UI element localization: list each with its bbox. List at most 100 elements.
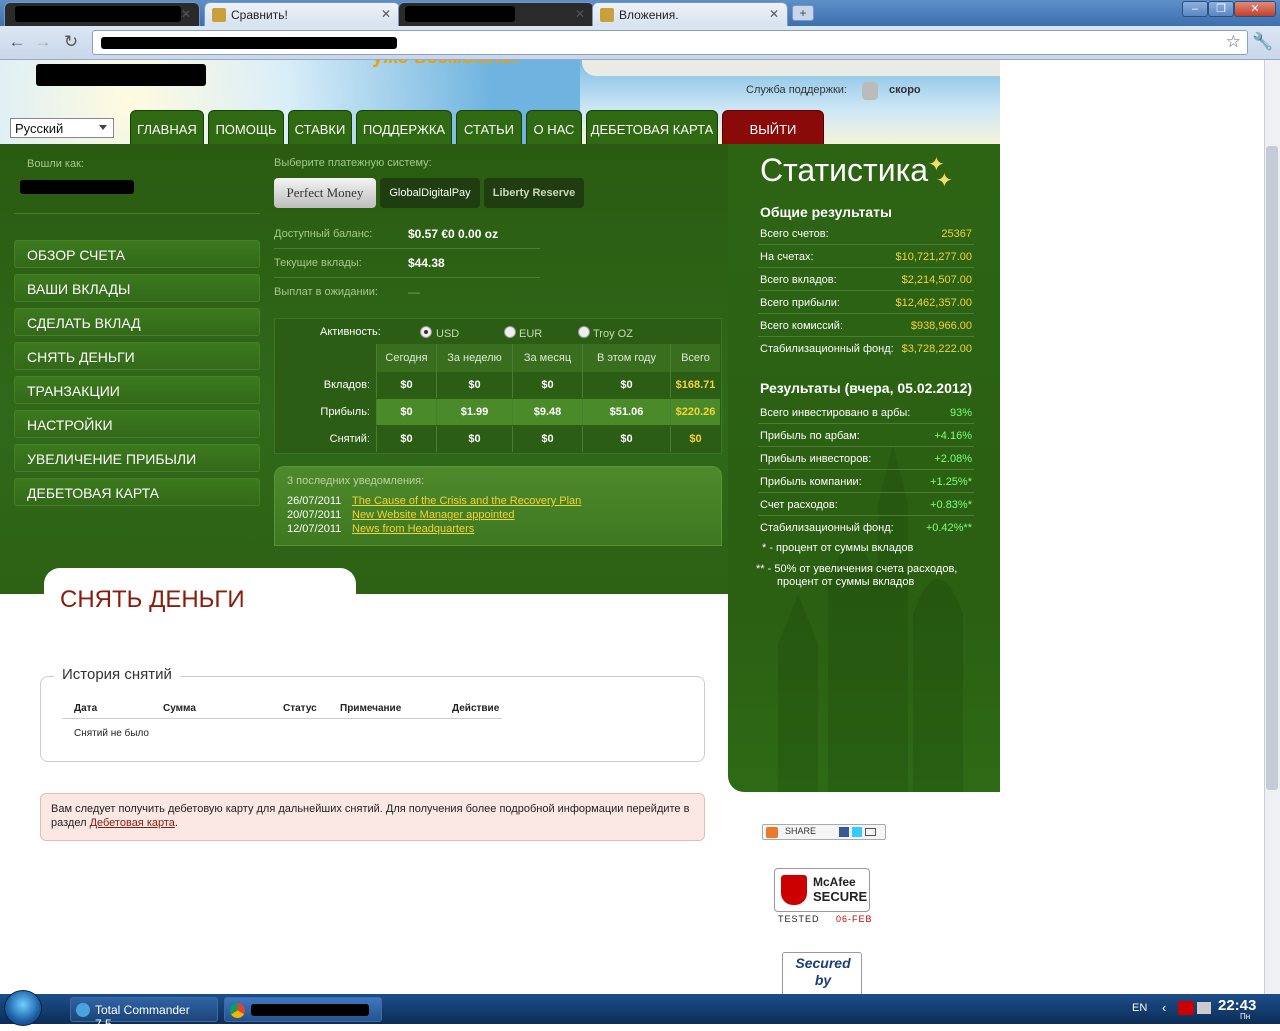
language-select[interactable]: Русский [10, 118, 114, 138]
browser-tab[interactable]: Сравнить! ✕ [204, 2, 400, 26]
header: уже возможно! Служба поддержки: скоро Ру… [0, 60, 1000, 144]
antivirus-icon[interactable] [1178, 1001, 1194, 1015]
table-cell-total: $0 [670, 426, 720, 452]
radio-eur-label: EUR [519, 328, 543, 340]
stat-label: Стабилизационный фонд: [760, 522, 894, 534]
close-icon[interactable]: ✕ [769, 7, 779, 21]
table-cell: $0 [582, 372, 670, 398]
scrollbar-thumb[interactable] [1266, 146, 1278, 790]
stat-value: 93% [949, 407, 972, 419]
notification-link[interactable]: News from Headquarters [352, 523, 474, 535]
email-icon [865, 828, 876, 836]
twitter-icon [852, 827, 862, 837]
minimize-button[interactable]: – [1182, 1, 1208, 17]
stat-value: 25367 [941, 228, 972, 240]
notification-link[interactable]: New Website Manager appointed [352, 509, 514, 521]
nav-help[interactable]: ПОМОЩЬ [208, 110, 284, 144]
flag-icon[interactable] [1197, 1002, 1211, 1014]
chrome-icon [230, 1003, 245, 1018]
stat-label: Стабилизационный фонд: [760, 343, 894, 355]
bookmark-star-icon[interactable]: ☆ [1226, 32, 1241, 52]
radio-usd[interactable] [420, 326, 432, 338]
taskbar-item-chrome[interactable] [224, 997, 382, 1022]
stat-label: Всего прибыли: [760, 297, 840, 309]
close-icon[interactable]: ✕ [181, 7, 191, 21]
nav-debit-card[interactable]: ДЕБЕТОВАЯ КАРТА [586, 110, 718, 144]
browser-toolbar: ← → ↻ ☆ 🔧 [0, 26, 1280, 60]
empty-history-text: Снятий не было [74, 728, 149, 739]
maximize-button[interactable]: ❐ [1208, 1, 1234, 17]
pending-payouts-label: Выплат в ожидании: [274, 286, 378, 298]
language-indicator[interactable]: EN [1132, 1002, 1147, 1014]
address-bar[interactable]: ☆ [92, 30, 1248, 55]
history-col-action: Действие [452, 703, 500, 714]
nav-articles[interactable]: СТАТЬИ [456, 110, 522, 144]
stat-value: +0.83%* [930, 499, 972, 511]
sidebar-item-debit-card[interactable]: ДЕБЕТОВАЯ КАРТА [14, 478, 260, 506]
notice-end: . [174, 817, 178, 829]
col-total: Всего [670, 344, 720, 372]
radio-troy-oz-label: Troy OZ [593, 328, 633, 340]
share-button[interactable]: SHARE [762, 824, 886, 840]
nav-about[interactable]: О НАС [526, 110, 582, 144]
sidebar-item-overview[interactable]: ОБЗОР СЧЕТА [14, 240, 260, 268]
taskbar-item-total-commander[interactable]: Total Commander 7.5... [70, 997, 218, 1031]
new-tab-button[interactable]: + [792, 5, 814, 21]
stat-label: Всего вкладов: [760, 274, 837, 286]
nav-rates[interactable]: СТАВКИ [288, 110, 352, 144]
notification-link[interactable]: The Cause of the Crisis and the Recovery… [352, 495, 581, 507]
nav-logout[interactable]: ВЫЙТИ [722, 110, 824, 144]
forward-icon[interactable]: → [32, 31, 54, 53]
browser-tab-redacted[interactable]: ✕ [4, 2, 200, 26]
stat-label: Прибыль по арбам: [760, 430, 860, 442]
radio-eur[interactable] [504, 326, 516, 338]
payment-globaldigitalpay[interactable]: GlobalDigitalPay [380, 178, 480, 208]
start-button[interactable] [4, 990, 42, 1026]
browser-tab-bar: ✕ Сравнить! ✕ ✕ Вложения. ✕ + – ❐ ✕ [0, 0, 1280, 26]
sidebar-item-transactions[interactable]: ТРАНЗАКЦИИ [14, 376, 260, 404]
close-icon[interactable]: ✕ [575, 7, 585, 21]
secured-badge[interactable]: Secured by [782, 952, 862, 998]
facebook-icon [839, 827, 849, 837]
slogan: уже возможно! [372, 60, 519, 69]
reload-icon[interactable]: ↻ [60, 31, 82, 53]
sidebar-item-withdraw[interactable]: СНЯТЬ ДЕНЬГИ [14, 342, 260, 370]
debit-card-link[interactable]: Дебетовая карта [90, 817, 175, 829]
payment-perfect-money[interactable]: Perfect Money [274, 178, 376, 208]
clock[interactable]: 22:43 [1218, 997, 1256, 1014]
divider [758, 313, 974, 314]
footnote: * - процент от суммы вкладов [762, 542, 914, 554]
table-cell: $51.06 [582, 399, 670, 425]
share-label: SHARE [785, 826, 817, 836]
available-balance-value: $0.57 €0 0.00 oz [408, 227, 499, 241]
browser-tab-redacted[interactable]: ✕ [398, 2, 594, 26]
sidebar-item-profit-boost[interactable]: УВЕЛИЧЕНИЕ ПРИБЫЛИ [14, 444, 260, 472]
close-icon[interactable]: ✕ [381, 7, 391, 21]
sidebar-item-settings[interactable]: НАСТРОЙКИ [14, 410, 260, 438]
history-box [40, 676, 705, 762]
radio-troy-oz[interactable] [578, 326, 590, 338]
divider [758, 446, 974, 447]
chevron-left-icon[interactable]: ‹ [1162, 1000, 1166, 1015]
stat-label: На счетах: [760, 251, 814, 263]
nav-support[interactable]: ПОДДЕРЖКА [356, 110, 452, 144]
table-cell: $0 [582, 426, 670, 452]
close-window-button[interactable]: ✕ [1234, 1, 1276, 17]
radio-usd-label: USD [436, 328, 460, 340]
back-icon[interactable]: ← [6, 31, 28, 53]
support-value: скоро [889, 84, 921, 96]
sidebar-item-deposits[interactable]: ВАШИ ВКЛАДЫ [14, 274, 260, 302]
stat-value: +4.16% [934, 430, 972, 442]
history-col-date: Дата [74, 703, 98, 714]
tab-title: Сравнить! [231, 8, 288, 22]
nav-home[interactable]: ГЛАВНАЯ [130, 110, 204, 144]
payment-liberty-reserve[interactable]: Liberty Reserve [484, 178, 584, 208]
browser-tab-active[interactable]: Вложения. ✕ [592, 2, 788, 26]
table-cell: $1.99 [436, 399, 512, 425]
mcafee-secure-badge[interactable]: McAfee SECURE [774, 868, 870, 912]
divider [758, 267, 974, 268]
wrench-icon[interactable]: 🔧 [1252, 31, 1274, 53]
favicon-icon [600, 8, 614, 22]
sidebar-item-make-deposit[interactable]: СДЕЛАТЬ ВКЛАД [14, 308, 260, 336]
page-title: СНЯТЬ ДЕНЬГИ [60, 586, 245, 613]
